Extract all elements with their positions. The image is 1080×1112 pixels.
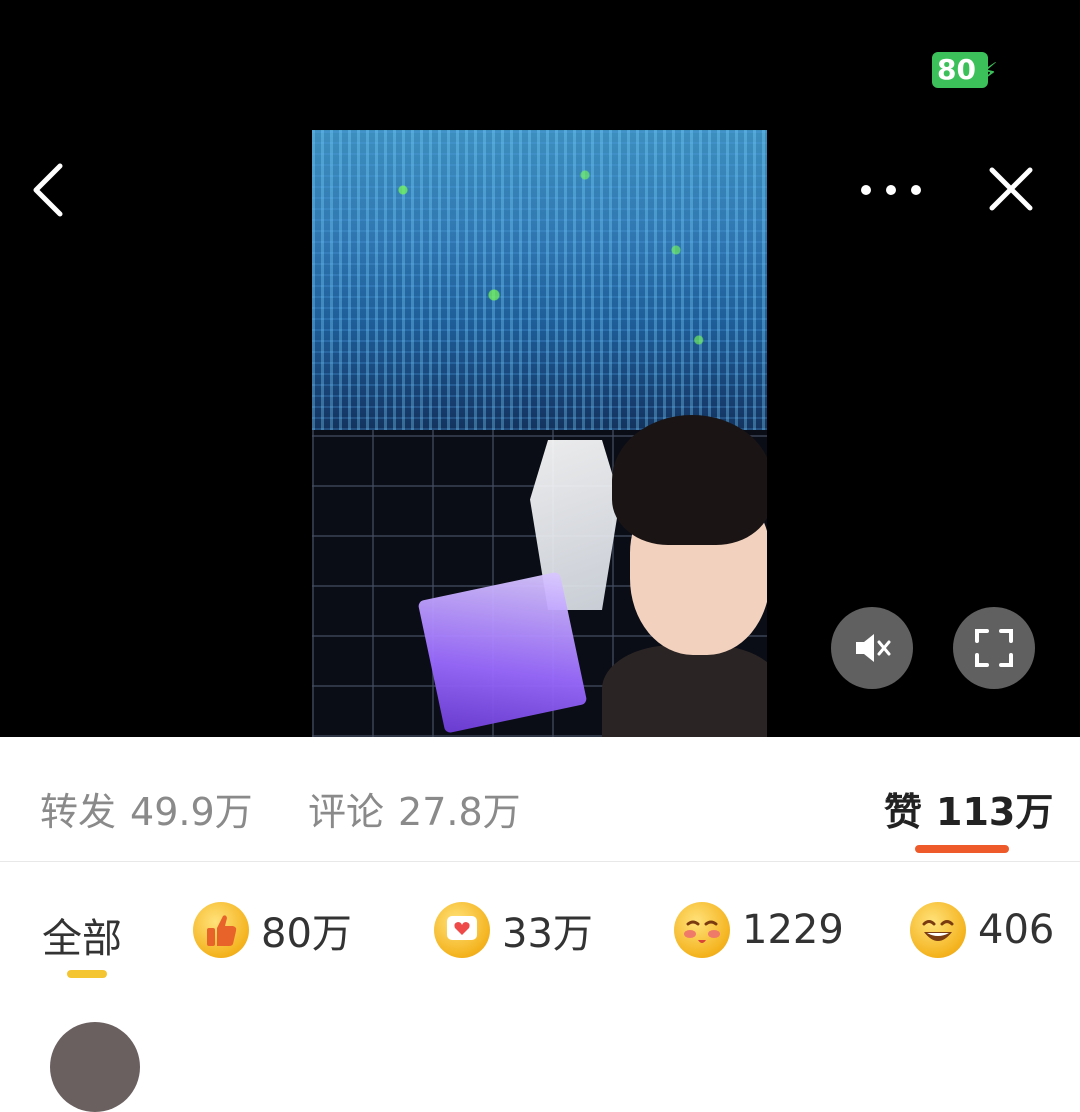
reaction-count: 406: [978, 907, 1055, 953]
comment-label: 评论: [308, 790, 385, 834]
reaction-count: 1229: [742, 907, 844, 953]
close-icon: [989, 167, 1033, 211]
reaction-tab-thumbs-up[interactable]: 80万: [193, 900, 352, 960]
reaction-tab-blush[interactable]: 1229: [674, 900, 844, 960]
reaction-tab-laugh[interactable]: 406: [910, 900, 1054, 960]
more-options-button[interactable]: [856, 170, 926, 210]
comment-tab[interactable]: 评论 27.8万: [308, 781, 521, 836]
comment-count: 27.8万: [398, 790, 521, 834]
battery-level: 80: [937, 53, 976, 86]
repost-label: 转发: [40, 790, 117, 834]
reaction-tab-heart[interactable]: 33万: [434, 900, 593, 960]
blush-kiss-icon: [674, 902, 730, 958]
like-tab[interactable]: 赞 113万: [884, 781, 1053, 836]
heart-bubble-icon: [434, 902, 490, 958]
fullscreen-button[interactable]: [953, 607, 1035, 689]
more-dots-icon: [861, 185, 921, 195]
reaction-filter-bar: 全部 80万 33万 1229 406: [0, 862, 1080, 1112]
avatar[interactable]: [50, 1022, 140, 1112]
reaction-tab-indicator: [67, 970, 107, 978]
chevron-left-icon: [33, 163, 63, 217]
charging-bolt-icon: ⚡: [979, 58, 998, 88]
concert-crowd-image: [312, 130, 767, 430]
close-button[interactable]: [986, 164, 1036, 214]
performer-image: [602, 415, 767, 737]
engagement-stats-bar: 转发 49.9万 评论 27.8万 赞 113万: [0, 737, 1080, 862]
reaction-count: 80万: [261, 911, 352, 957]
mute-button[interactable]: [831, 607, 913, 689]
back-button[interactable]: [28, 160, 68, 220]
reaction-count: 33万: [502, 911, 593, 957]
like-label: 赞: [884, 790, 923, 834]
battery-indicator: 80 ⚡: [932, 52, 998, 88]
laughing-face-icon: [910, 902, 966, 958]
thumbs-up-icon: [193, 902, 249, 958]
reaction-tab-all[interactable]: 全部: [42, 906, 122, 964]
repost-count: 49.9万: [130, 790, 253, 834]
fullscreen-icon: [975, 629, 1013, 667]
like-count: 113万: [936, 790, 1054, 834]
speaker-muted-icon: [856, 634, 891, 662]
video-frame[interactable]: [312, 130, 767, 737]
active-tab-indicator: [915, 845, 1009, 853]
video-player[interactable]: 80 ⚡: [0, 0, 1080, 737]
repost-tab[interactable]: 转发 49.9万: [40, 781, 253, 836]
